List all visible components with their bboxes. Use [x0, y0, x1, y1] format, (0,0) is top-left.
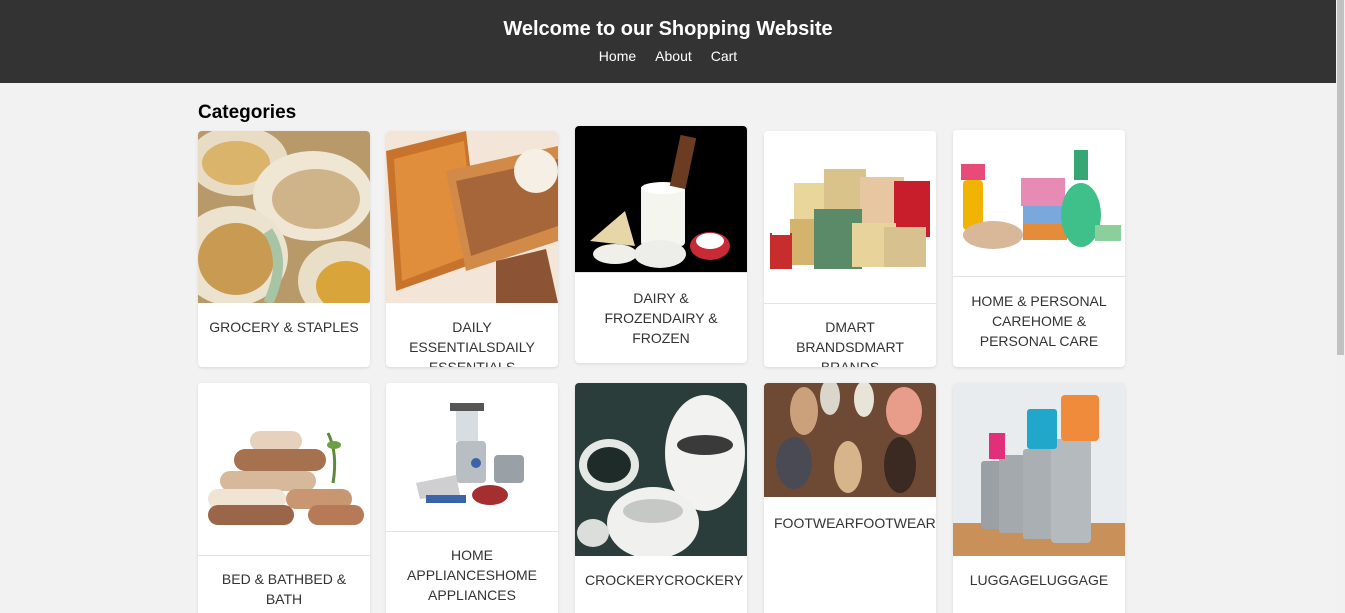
- category-label: LUGGAGELUGGAGE: [969, 572, 1109, 588]
- main-nav: Home About Cart: [0, 48, 1336, 64]
- nav-about-link[interactable]: About: [655, 48, 692, 64]
- card-divider: [198, 555, 370, 556]
- nav-home-link[interactable]: Home: [599, 48, 636, 64]
- brand-packets-image: [764, 131, 936, 303]
- category-label: HOME APPLIANCESHOME APPLIANCES: [407, 547, 537, 603]
- scrollbar-thumb[interactable]: [1337, 0, 1344, 355]
- category-card-luggage[interactable]: LUGGAGELUGGAGE: [953, 383, 1125, 613]
- category-card-footwear[interactable]: FOOTWEARFOOTWEAR: [764, 383, 936, 613]
- page: Welcome to our Shopping Website Home Abo…: [0, 0, 1345, 613]
- category-card-grocery[interactable]: GROCERY & STAPLES: [198, 131, 370, 367]
- appliances-image: [386, 383, 558, 531]
- site-title: Welcome to our Shopping Website: [503, 18, 833, 40]
- card-divider: [764, 303, 936, 304]
- grocery-image: [198, 131, 370, 303]
- category-card-home-personal-care[interactable]: HOME & PERSONAL CAREHOME & PERSONAL CARE: [953, 130, 1125, 367]
- category-label: HOME & PERSONAL CAREHOME & PERSONAL CARE: [971, 293, 1107, 349]
- towels-image: [198, 383, 370, 555]
- category-label: FOOTWEARFOOTWEAR: [774, 515, 936, 531]
- category-label: BED & BATHBED & BATH: [221, 571, 347, 607]
- suitcases-image: [953, 383, 1125, 556]
- category-label: CROCKERYCROCKERY: [585, 572, 744, 588]
- teapots-image: [575, 383, 747, 556]
- category-label: DAILY ESSENTIALSDAILY ESSENTIALS: [409, 319, 535, 367]
- personal-care-image: [953, 130, 1125, 276]
- shoes-image: [764, 383, 936, 497]
- card-divider: [575, 272, 747, 273]
- category-card-dmart-brands[interactable]: DMART BRANDSDMART BRANDS: [764, 131, 936, 367]
- page-scrollbar[interactable]: [1336, 0, 1345, 613]
- category-label: DMART BRANDSDMART BRANDS: [796, 319, 904, 367]
- category-card-home-appliances[interactable]: HOME APPLIANCESHOME APPLIANCES: [386, 383, 558, 613]
- category-label: DAIRY & FROZENDAIRY & FROZEN: [604, 290, 718, 346]
- category-card-daily-essentials[interactable]: DAILY ESSENTIALSDAILY ESSENTIALS: [386, 131, 558, 367]
- category-label: GROCERY & STAPLES: [209, 319, 359, 335]
- category-card-crockery[interactable]: CROCKERYCROCKERY: [575, 383, 747, 613]
- category-card-dairy-frozen[interactable]: DAIRY & FROZENDAIRY & FROZEN: [575, 126, 747, 363]
- categories-heading: Categories: [198, 102, 297, 123]
- biscuits-image: [386, 131, 558, 303]
- card-divider: [953, 276, 1125, 277]
- site-header: Welcome to our Shopping Website Home Abo…: [0, 0, 1336, 83]
- card-divider: [386, 531, 558, 532]
- category-card-bed-bath[interactable]: BED & BATHBED & BATH: [198, 383, 370, 613]
- dairy-image: [575, 126, 747, 272]
- nav-cart-link[interactable]: Cart: [711, 48, 737, 64]
